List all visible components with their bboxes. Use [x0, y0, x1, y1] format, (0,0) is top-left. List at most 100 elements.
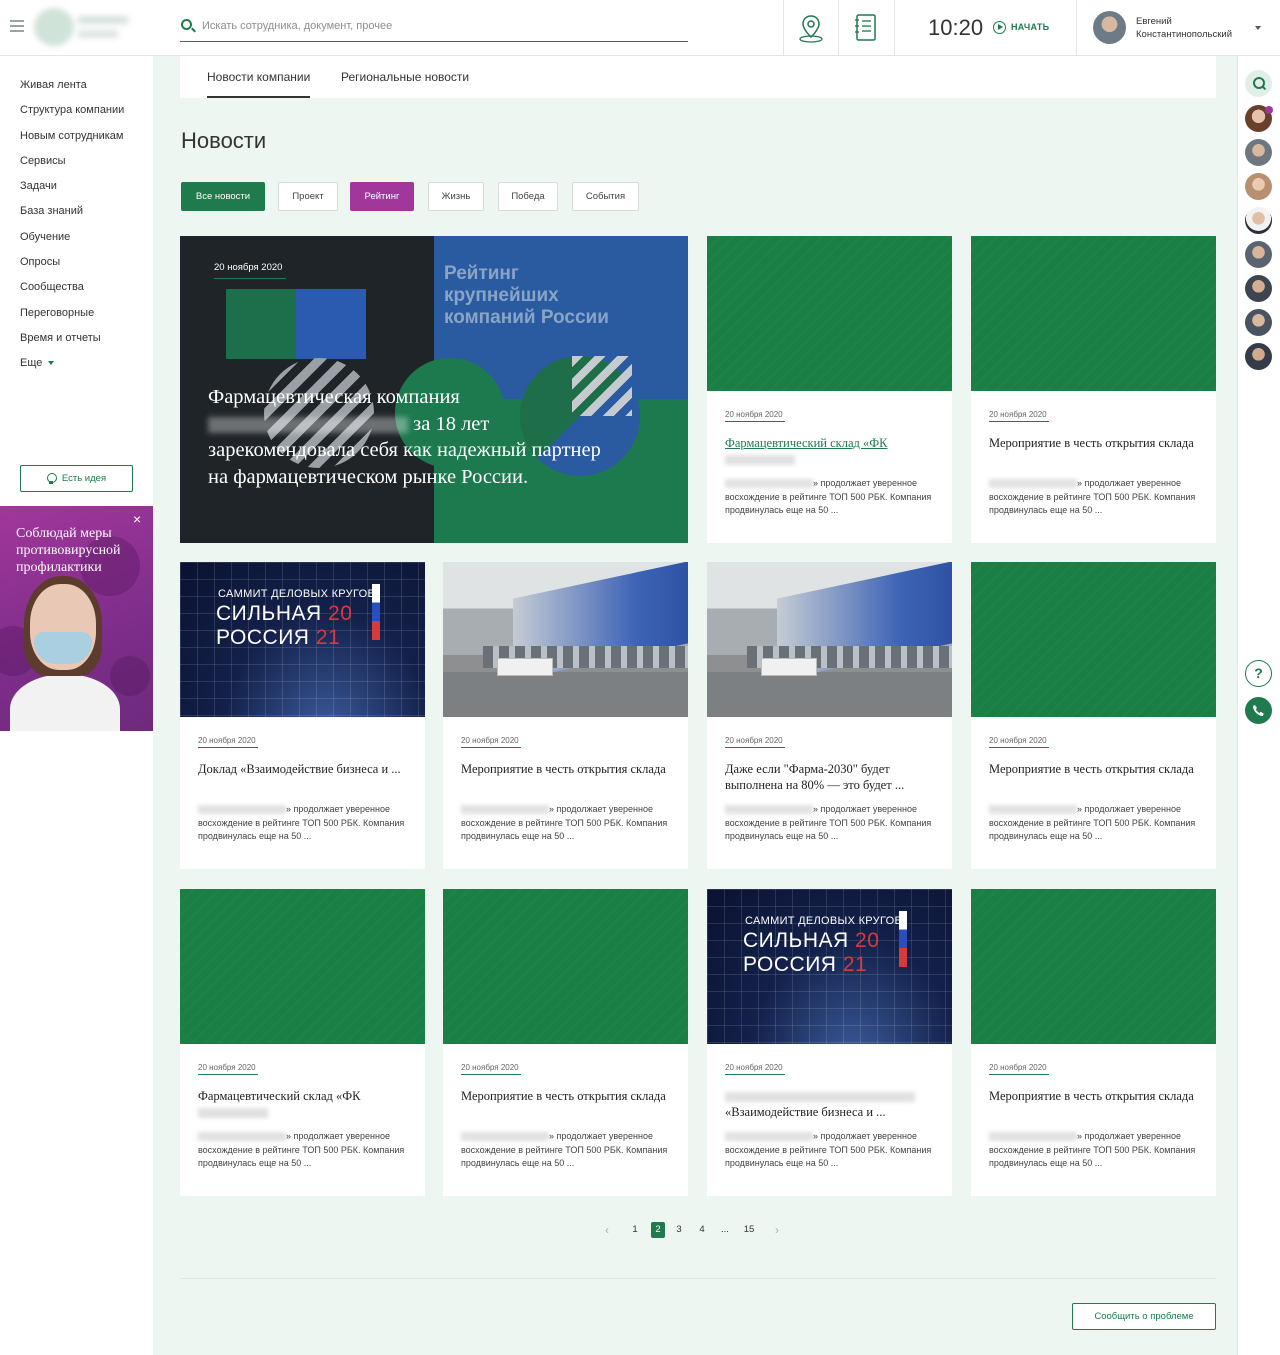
contact-avatar[interactable]: [1245, 241, 1272, 268]
pagination-page[interactable]: 1: [628, 1222, 642, 1238]
sidebar-item-services[interactable]: Сервисы: [20, 155, 124, 180]
news-title[interactable]: «Взаимодействие бизнеса и ...: [725, 1089, 940, 1120]
news-card[interactable]: САММИТ ДЕЛОВЫХ КРУГОВ СИЛЬНАЯ 20 РОССИЯ 2…: [707, 889, 952, 1196]
pagination-next[interactable]: ›: [770, 1222, 784, 1238]
news-excerpt: » продолжает уверенное восхождение в рей…: [461, 803, 676, 844]
news-card[interactable]: САММИТ ДЕЛОВЫХ КРУГОВ СИЛЬНАЯ 20 РОССИЯ 2…: [180, 562, 425, 869]
news-date: 20 ноября 2020: [989, 410, 1047, 419]
date-underline: [461, 1074, 521, 1075]
news-date: 20 ноября 2020: [461, 736, 519, 745]
chevron-down-icon[interactable]: [1255, 26, 1261, 30]
pagination-page-active[interactable]: 2: [651, 1222, 665, 1238]
sidebar-item-learning[interactable]: Обучение: [20, 231, 124, 256]
news-excerpt: » продолжает уверенное восхождение в рей…: [989, 1130, 1204, 1171]
redacted-text: [208, 416, 408, 433]
news-excerpt: » продолжает уверенное восхождение в рей…: [989, 477, 1204, 518]
tab-regional-news[interactable]: Региональные новости: [341, 70, 469, 98]
news-title[interactable]: Доклад «Взаимодействие бизнеса и ...: [198, 762, 413, 778]
featured-news-card[interactable]: 20 ноября 2020 Рейтинг крупнейших компан…: [180, 236, 688, 543]
filter-project[interactable]: Проект: [278, 182, 338, 211]
notebook-icon[interactable]: [853, 12, 883, 44]
sidebar-item-surveys[interactable]: Опросы: [20, 256, 124, 281]
sidebar-item-meeting-rooms[interactable]: Переговорные: [20, 307, 124, 332]
help-icon[interactable]: ?: [1245, 660, 1272, 687]
filter-life[interactable]: Жизнь: [428, 182, 484, 211]
summit-title-number: 21: [315, 626, 341, 649]
right-sidebar: ?: [1237, 56, 1280, 1355]
menu-icon[interactable]: [10, 20, 24, 32]
pagination-prev[interactable]: ‹: [600, 1222, 614, 1238]
sidebar-more[interactable]: Еще: [20, 357, 124, 369]
user-name[interactable]: Евгений Константинопольский: [1136, 15, 1232, 41]
date-underline: [214, 278, 286, 279]
news-card[interactable]: 20 ноября 2020 Фармацевтический склад «Ф…: [180, 889, 425, 1196]
filter-events[interactable]: События: [572, 182, 639, 211]
contact-avatar[interactable]: [1245, 275, 1272, 302]
news-title[interactable]: Мероприятие в честь открытия склада: [989, 1089, 1204, 1105]
filter-all-news[interactable]: Все новости: [181, 182, 265, 211]
report-problem-button[interactable]: Сообщить о проблеме: [1072, 1303, 1216, 1330]
contact-avatar[interactable]: [1245, 343, 1272, 370]
news-title[interactable]: Фармацевтический склад «ФК: [198, 1089, 413, 1120]
sidebar-item-time-reports[interactable]: Время и отчеты: [20, 332, 124, 357]
news-card[interactable]: 20 ноября 2020 Даже если "Фарма-2030" бу…: [707, 562, 952, 869]
close-icon[interactable]: ×: [133, 511, 141, 527]
clock-time: 10:20: [928, 15, 984, 40]
search-icon[interactable]: [1245, 70, 1272, 97]
news-card[interactable]: 20 ноября 2020 Мероприятие в честь откры…: [971, 889, 1216, 1196]
news-card[interactable]: 20 ноября 2020 Мероприятие в честь откры…: [443, 562, 688, 869]
news-excerpt: » продолжает уверенное восхождение в рей…: [725, 803, 940, 844]
featured-image-block: [226, 289, 296, 359]
map-pin-icon[interactable]: [796, 12, 826, 44]
idea-button[interactable]: Есть идея: [20, 465, 133, 492]
news-title[interactable]: Даже если "Фарма-2030" будет выполнена н…: [725, 762, 940, 793]
pagination-page[interactable]: 15: [742, 1222, 756, 1238]
sidebar-item-knowledge[interactable]: База знаний: [20, 205, 124, 230]
promo-banner[interactable]: Соблюдай меры противовирусной профилакти…: [0, 506, 153, 731]
news-card[interactable]: 20 ноября 2020 Фармацевтический склад «Ф…: [707, 236, 952, 543]
sidebar-item-newcomers[interactable]: Новым сотрудникам: [20, 130, 124, 155]
news-title-text: Фармацевтический склад «ФК: [725, 436, 888, 450]
sidebar-item-communities[interactable]: Сообщества: [20, 281, 124, 306]
tab-company-news[interactable]: Новости компании: [207, 70, 311, 98]
summit-title-number: 20: [855, 929, 880, 952]
chevron-down-icon: [48, 361, 55, 366]
company-logo[interactable]: [34, 6, 130, 48]
sidebar-item-structure[interactable]: Структура компании: [20, 104, 124, 129]
top-header: 10:20 НАЧАТЬ Евгений Константинопольский: [0, 0, 1280, 56]
filter-rating[interactable]: Рейтинг: [350, 182, 414, 211]
news-excerpt: » продолжает уверенное восхождение в рей…: [198, 803, 413, 844]
featured-headline-line: за 18 лет: [208, 411, 618, 438]
pagination-page[interactable]: 3: [672, 1222, 686, 1238]
date-underline: [461, 747, 521, 748]
user-avatar[interactable]: [1093, 11, 1126, 44]
news-title[interactable]: Мероприятие в честь открытия склада: [989, 436, 1204, 452]
promo-person-body: [10, 674, 120, 731]
start-timer-button[interactable]: НАЧАТЬ: [993, 20, 1049, 34]
contact-avatar[interactable]: [1245, 139, 1272, 166]
contact-avatar[interactable]: [1245, 309, 1272, 336]
date-underline: [198, 1074, 258, 1075]
news-title[interactable]: Мероприятие в честь открытия склада: [461, 1089, 676, 1105]
news-title[interactable]: Мероприятие в честь открытия склада: [461, 762, 676, 778]
sidebar-item-tasks[interactable]: Задачи: [20, 180, 124, 205]
contact-avatar[interactable]: [1245, 207, 1272, 234]
virus-decoration: [110, 656, 150, 696]
search-input[interactable]: [202, 18, 682, 34]
lightbulb-icon: [46, 473, 57, 484]
news-title[interactable]: Мероприятие в честь открытия склада: [989, 762, 1204, 778]
redacted-text: [461, 1132, 549, 1142]
news-title-link[interactable]: Фармацевтический склад «ФК: [725, 436, 940, 467]
phone-icon[interactable]: [1245, 697, 1272, 724]
pagination-page[interactable]: 4: [695, 1222, 709, 1238]
summit-title-number: 21: [842, 953, 868, 976]
news-card[interactable]: 20 ноября 2020 Мероприятие в честь откры…: [971, 236, 1216, 543]
date-underline: [989, 747, 1049, 748]
news-card[interactable]: 20 ноября 2020 Мероприятие в честь откры…: [443, 889, 688, 1196]
sidebar-item-feed[interactable]: Живая лента: [20, 79, 124, 104]
filter-victory[interactable]: Победа: [498, 182, 558, 211]
warehouse-ground: [443, 672, 688, 717]
news-card[interactable]: 20 ноября 2020 Мероприятие в честь откры…: [971, 562, 1216, 869]
featured-image-title-line: Рейтинг: [444, 263, 519, 284]
contact-avatar[interactable]: [1245, 173, 1272, 200]
